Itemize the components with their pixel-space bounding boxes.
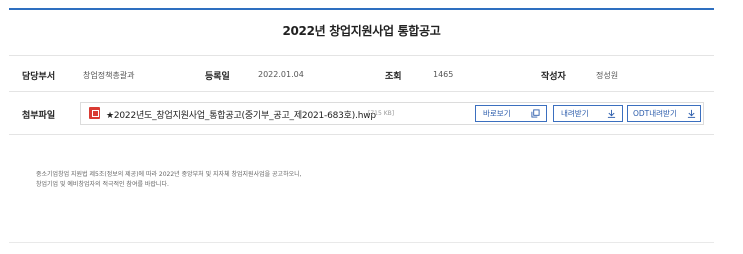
meta-divider: [9, 91, 714, 92]
notice-body-line: 창업기업 및 예비창업자의 적극적인 참여를 바랍니다.: [36, 181, 169, 188]
date-value: 2022.01.04: [258, 70, 304, 79]
copy-icon: [531, 109, 540, 118]
attachment-file-size: [715 KB]: [368, 110, 395, 117]
preview-button[interactable]: 바로보기: [475, 105, 547, 122]
download-button-label: 내려받기: [561, 109, 589, 118]
notice-body: 중소기업창업 지원법 제5조(정보의 제공)에 따라 2022년 중앙부처 및 …: [36, 170, 302, 190]
views-label: 조회: [385, 72, 402, 82]
author-value: 정성원: [596, 71, 619, 80]
date-label: 등록일: [205, 72, 230, 82]
preview-button-label: 바로보기: [483, 109, 511, 118]
attachment-label: 첨부파일: [22, 111, 56, 121]
odt-download-button-label: ODT내려받기: [633, 109, 677, 118]
author-label: 작성자: [541, 72, 566, 82]
odt-download-button[interactable]: ODT내려받기: [627, 105, 701, 122]
download-icon: [687, 109, 696, 118]
dept-label: 담당부서: [22, 72, 56, 82]
attachment-file-name[interactable]: ★2022년도_창업지원사업_통합공고(중기부_공고_제2021-683호).h…: [106, 108, 376, 121]
header-accent-rule: [9, 8, 714, 10]
notice-body-line: 중소기업창업 지원법 제5조(정보의 제공)에 따라 2022년 중앙부처 및 …: [36, 171, 302, 178]
bottom-divider: [9, 242, 714, 243]
views-value: 1465: [433, 70, 454, 79]
download-button[interactable]: 내려받기: [553, 105, 623, 122]
attachment-box: ★2022년도_창업지원사업_통합공고(중기부_공고_제2021-683호).h…: [80, 102, 704, 125]
dept-value: 창업정책총괄과: [83, 71, 135, 80]
download-icon: [607, 109, 616, 118]
attachment-divider: [9, 134, 714, 135]
hwp-file-icon: [89, 107, 100, 119]
page-title: 2022년 창업지원사업 통합공고: [282, 24, 441, 38]
title-divider: [9, 55, 714, 56]
